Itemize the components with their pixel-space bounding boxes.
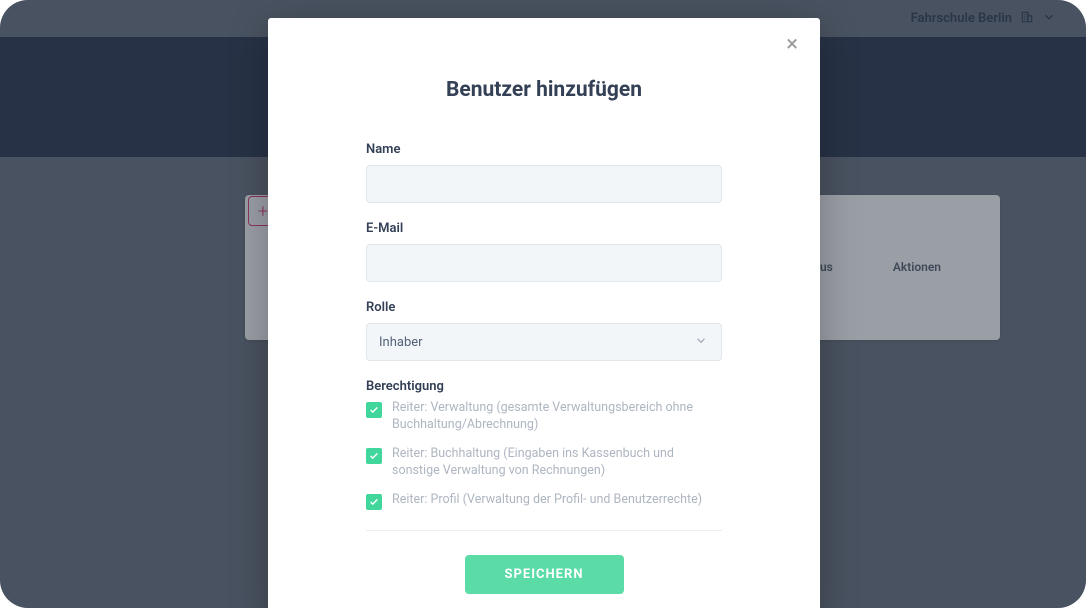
email-field: E-Mail	[366, 221, 722, 282]
permission-checkbox-1[interactable]	[366, 448, 382, 464]
role-select[interactable]: Inhaber	[366, 323, 722, 361]
role-label: Rolle	[366, 300, 722, 315]
role-select-wrap: Inhaber	[366, 323, 722, 361]
name-field: Name	[366, 142, 722, 203]
permission-text-1: Reiter: Buchhaltung (Eingaben ins Kassen…	[392, 446, 722, 480]
name-label: Name	[366, 142, 722, 157]
add-user-form: Name E-Mail Rolle Inhaber Berechtig	[268, 142, 820, 594]
permission-checkbox-2[interactable]	[366, 494, 382, 510]
role-field: Rolle Inhaber	[366, 300, 722, 361]
permissions-label: Berechtigung	[366, 379, 722, 394]
permission-checkbox-0[interactable]	[366, 402, 382, 418]
email-label: E-Mail	[366, 221, 722, 236]
permission-row-1: Reiter: Buchhaltung (Eingaben ins Kassen…	[366, 446, 722, 480]
role-selected-value: Inhaber	[379, 335, 423, 350]
permission-text-2: Reiter: Profil (Verwaltung der Profil- u…	[392, 492, 702, 509]
permission-text-0: Reiter: Verwaltung (gesamte Verwaltungsb…	[392, 400, 722, 434]
divider	[366, 530, 722, 531]
email-input[interactable]	[366, 244, 722, 282]
close-icon[interactable]: ×	[786, 34, 798, 56]
permission-row-2: Reiter: Profil (Verwaltung der Profil- u…	[366, 492, 722, 510]
app-window: Fahrschule Berlin + ...us Aktionen × Ben…	[0, 0, 1086, 608]
name-input[interactable]	[366, 165, 722, 203]
save-button[interactable]: SPEICHERN	[465, 555, 624, 594]
add-user-modal: × Benutzer hinzufügen Name E-Mail Rolle …	[268, 18, 820, 608]
modal-title: Benutzer hinzufügen	[268, 78, 820, 102]
permission-row-0: Reiter: Verwaltung (gesamte Verwaltungsb…	[366, 400, 722, 434]
